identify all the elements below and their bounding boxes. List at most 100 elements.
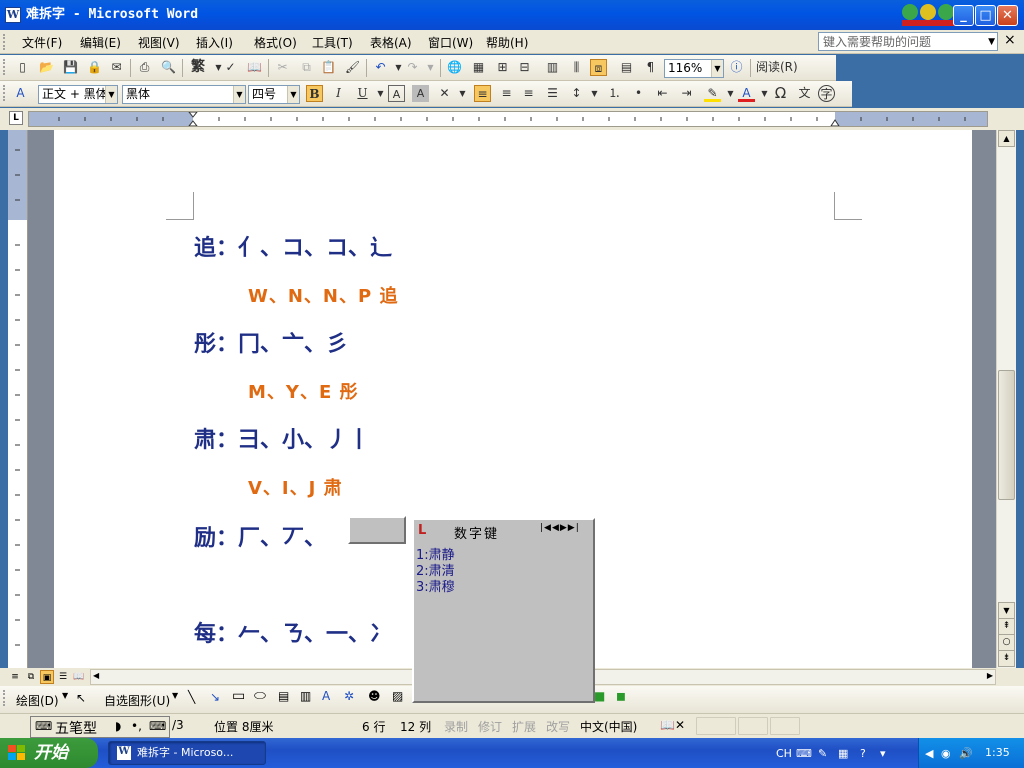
- save-icon[interactable]: 💾: [62, 59, 79, 76]
- previous-page-icon[interactable]: ⇞: [998, 618, 1015, 635]
- status-overtype[interactable]: 改写: [546, 718, 570, 735]
- justify-left-icon[interactable]: ≡: [474, 85, 491, 102]
- italic-button[interactable]: I: [330, 85, 347, 102]
- research-icon[interactable]: 📖: [246, 59, 263, 76]
- highlight-icon[interactable]: ✎: [704, 85, 721, 102]
- decrease-indent-icon[interactable]: ⇤: [654, 85, 671, 102]
- center-icon[interactable]: ≡: [498, 85, 515, 102]
- close-button[interactable]: ✕: [997, 5, 1018, 26]
- increase-indent-icon[interactable]: ⇥: [678, 85, 695, 102]
- insert-excel-icon[interactable]: ⊟: [516, 59, 533, 76]
- chevron-down-icon[interactable]: ▼: [988, 34, 995, 50]
- ime-switch-icon[interactable]: ⌨: [35, 719, 52, 733]
- redo-icon[interactable]: ↷: [404, 59, 421, 76]
- enclose-char-icon[interactable]: 字: [818, 85, 835, 102]
- distributed-icon[interactable]: ☰: [544, 85, 561, 102]
- arrow-tool-icon[interactable]: ↘: [210, 690, 220, 704]
- chevron-down-icon[interactable]: ▼: [422, 59, 439, 76]
- read-mode-button[interactable]: 阅读(R): [756, 59, 820, 76]
- normal-view-icon[interactable]: ≡: [8, 670, 22, 684]
- menu-help[interactable]: 帮助(H): [486, 34, 528, 51]
- start-button[interactable]: 开始: [0, 738, 98, 768]
- open-folder-icon[interactable]: 📂: [38, 59, 55, 76]
- draw-menu-button[interactable]: 绘图(D): [16, 692, 59, 709]
- styles-icon[interactable]: A: [12, 85, 29, 102]
- bullets-icon[interactable]: •: [630, 85, 647, 102]
- permission-icon[interactable]: 🔒: [86, 59, 103, 76]
- status-extend[interactable]: 扩展: [512, 718, 536, 735]
- candidate-item[interactable]: 3:肃穆: [416, 576, 455, 595]
- ime-candidate-window[interactable]: L 数字键 |◀◀▶▶| 1:肃静 2:肃清 3:肃穆: [412, 518, 595, 703]
- menu-edit[interactable]: 编辑(E): [80, 34, 121, 51]
- picture-icon[interactable]: ▨: [392, 689, 403, 703]
- line-tool-icon[interactable]: ╲: [188, 690, 195, 704]
- page-nav-icon[interactable]: |◀◀▶▶|: [540, 523, 580, 533]
- pen-icon[interactable]: ✎: [818, 747, 827, 760]
- autoshapes-button[interactable]: 自选图形(U): [104, 692, 170, 709]
- rectangle-tool-icon[interactable]: ▭: [232, 688, 245, 704]
- outline-view-icon[interactable]: ☰: [56, 670, 70, 684]
- punctuation-icon[interactable]: •,: [131, 719, 142, 733]
- ime-status-bar[interactable]: ⌨ 五笔型 ◗ •, ⌨: [30, 716, 170, 738]
- word-app-icon[interactable]: W: [5, 7, 21, 23]
- copy-icon[interactable]: ⧉: [298, 59, 315, 76]
- print-layout-icon[interactable]: ▣: [40, 670, 54, 684]
- select-browse-object-icon[interactable]: ○: [998, 634, 1015, 651]
- toolbar-grip[interactable]: [3, 690, 6, 706]
- taskbar-word-item[interactable]: W 难拆字 - Microso...: [108, 741, 266, 765]
- omega-symbol-icon[interactable]: Ω: [772, 85, 789, 102]
- scroll-up-icon[interactable]: ▲: [998, 130, 1015, 147]
- char-shading-icon[interactable]: A: [412, 85, 429, 102]
- chevron-down-icon[interactable]: ▼: [711, 60, 723, 77]
- drawing-icon[interactable]: ⫼: [568, 59, 585, 76]
- menu-file[interactable]: 文件(F): [22, 34, 62, 51]
- soft-keyboard-icon[interactable]: ▦: [838, 747, 848, 760]
- volume-icon[interactable]: 🔊: [959, 747, 973, 760]
- chevron-down-icon[interactable]: ▾: [880, 747, 886, 760]
- select-objects-icon[interactable]: ↖: [76, 691, 86, 705]
- close-document-button[interactable]: ×: [1004, 32, 1016, 48]
- bold-button[interactable]: B: [306, 85, 323, 102]
- style-select[interactable]: 正文 + 黑体 ▼: [38, 85, 118, 104]
- clipart-icon[interactable]: ☻: [368, 689, 381, 703]
- help-icon[interactable]: ⓘ: [728, 59, 745, 76]
- thumbnail-icon[interactable]: ▤: [618, 59, 635, 76]
- chevron-down-icon[interactable]: ▼: [172, 691, 178, 700]
- print-preview-icon[interactable]: 🔍: [160, 59, 177, 76]
- minimize-button[interactable]: _: [953, 5, 974, 26]
- font-color-icon[interactable]: A: [738, 85, 755, 102]
- textbox-tool-icon[interactable]: ▤: [278, 689, 289, 703]
- menu-window[interactable]: 窗口(W): [428, 34, 473, 51]
- oval-tool-icon[interactable]: ⬭: [254, 688, 266, 704]
- chevron-down-icon[interactable]: ▼: [287, 86, 299, 103]
- tab-stop-selector[interactable]: L: [9, 111, 23, 125]
- chevron-down-icon[interactable]: ▼: [105, 86, 117, 103]
- insert-table-icon[interactable]: ⊞: [494, 59, 511, 76]
- clock[interactable]: 1:35: [985, 746, 1010, 759]
- ime-mode-label[interactable]: 五笔型: [55, 718, 97, 738]
- phonetic-guide-icon[interactable]: 文: [796, 85, 813, 102]
- traditional-chinese-icon[interactable]: 繁: [188, 59, 208, 76]
- horizontal-ruler[interactable]: [28, 111, 988, 127]
- wordart-icon[interactable]: A: [322, 689, 330, 703]
- chevron-down-icon[interactable]: ▼: [722, 85, 739, 102]
- spelling-icon[interactable]: ✓: [222, 59, 239, 76]
- tables-borders-icon[interactable]: ▦: [470, 59, 487, 76]
- help-question-input[interactable]: 键入需要帮助的问题 ▼: [818, 32, 998, 51]
- chevron-down-icon[interactable]: ▼: [372, 85, 389, 102]
- menu-insert[interactable]: 插入(I): [196, 34, 233, 51]
- network-icon[interactable]: ◉: [941, 747, 951, 760]
- next-page-icon[interactable]: ⇟: [998, 650, 1015, 667]
- menu-grip[interactable]: [3, 34, 6, 50]
- help-icon[interactable]: ?: [860, 747, 866, 760]
- menu-format[interactable]: 格式(O): [254, 34, 297, 51]
- zoom-select[interactable]: 116% ▼: [664, 59, 724, 78]
- menu-table[interactable]: 表格(A): [370, 34, 412, 51]
- columns-icon[interactable]: ▥: [544, 59, 561, 76]
- toolbar-grip[interactable]: [3, 85, 6, 101]
- maximize-button[interactable]: □: [975, 5, 996, 26]
- full-half-width-icon[interactable]: ◗: [115, 719, 121, 733]
- undo-icon[interactable]: ↶: [372, 59, 389, 76]
- chevron-down-icon[interactable]: ▼: [233, 86, 245, 103]
- tray-expand-icon[interactable]: ◀: [925, 747, 933, 760]
